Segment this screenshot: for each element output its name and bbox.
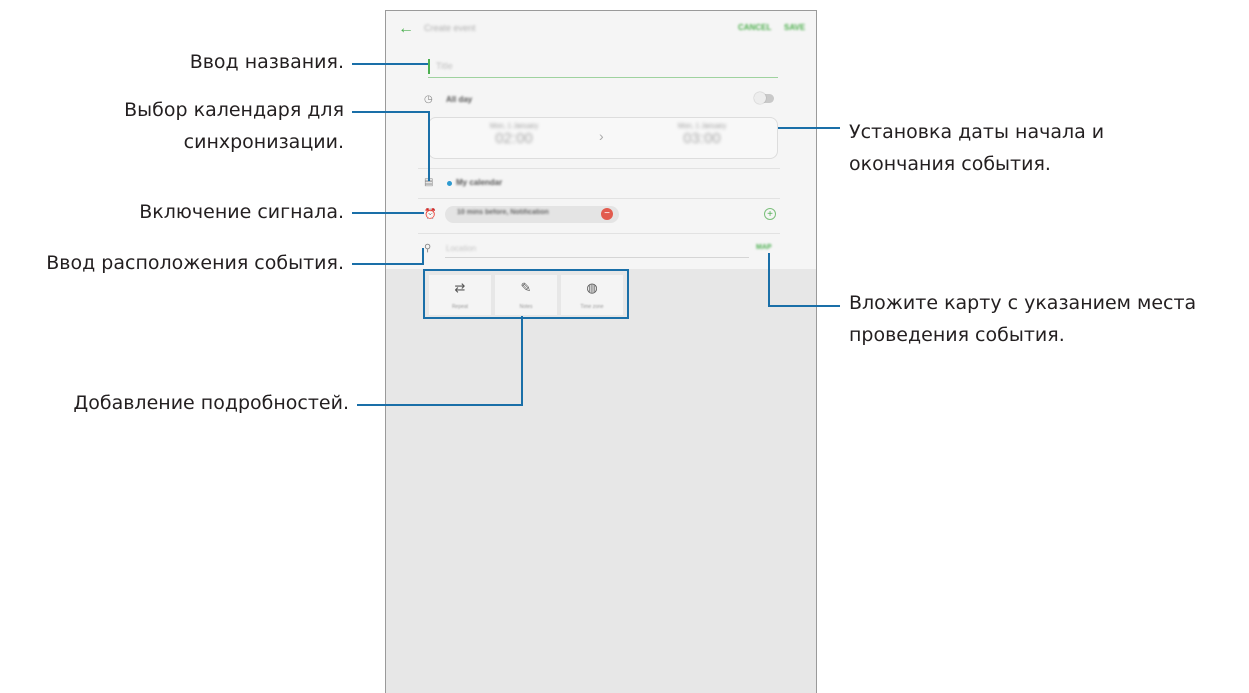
title-placeholder: Title [436, 61, 453, 71]
callout-line-calendar [352, 111, 430, 113]
reminder-chip[interactable]: 10 mins before, Notification − [445, 206, 619, 223]
callout-line-alarm [352, 212, 424, 214]
end-date-time[interactable]: Mon, 1 January 03:00 [667, 123, 737, 147]
end-date: Mon, 1 January [677, 123, 727, 130]
location-placeholder: Location [446, 244, 477, 253]
callout-alarm: Включение сигнала. [139, 201, 344, 223]
start-date-time[interactable]: Mon, 1 January 02:00 [479, 123, 549, 147]
save-button[interactable]: SAVE [784, 23, 805, 32]
callout-line-title [352, 63, 428, 65]
callout-map-2: проведения события. [849, 324, 1065, 346]
callout-line-details-v [521, 316, 523, 406]
callout-line-location [352, 263, 424, 265]
divider [418, 233, 780, 234]
callout-location: Ввод расположения события. [46, 252, 344, 274]
all-day-label: All day [446, 95, 473, 104]
callout-dates-1: Установка даты начала и [849, 121, 1105, 143]
chevron-right-icon: › [599, 128, 604, 144]
repeat-icon: ⇄ [454, 280, 466, 295]
all-day-toggle[interactable] [754, 92, 774, 104]
repeat-button[interactable]: ⇄ Repeat [429, 275, 491, 315]
map-button[interactable]: MAP [756, 244, 772, 251]
callout-line-location-v [422, 248, 424, 265]
title-input[interactable]: Title [428, 57, 778, 78]
notes-label: Notes [519, 304, 533, 310]
notes-button[interactable]: ✎ Notes [495, 275, 557, 315]
cancel-button[interactable]: CANCEL [738, 23, 771, 32]
repeat-label: Repeat [451, 304, 469, 310]
details-bar: ⇄ Repeat ✎ Notes ◍ Time zone [423, 269, 629, 319]
divider [418, 168, 780, 169]
callout-line-details [357, 404, 523, 406]
callout-line-map [768, 305, 840, 307]
location-pin-icon: ⚲ [424, 243, 432, 254]
callout-map-1: Вложите карту с указанием места [849, 292, 1197, 314]
alarm-icon: ⏰ [424, 209, 437, 220]
end-time: 03:00 [683, 130, 721, 147]
arrow-left-icon[interactable]: ← [398, 20, 414, 38]
clock-icon: ◷ [424, 94, 433, 105]
remove-reminder-icon[interactable]: − [601, 208, 613, 220]
callout-line-map-v [768, 253, 770, 307]
text-cursor [428, 59, 430, 74]
callout-title: Ввод названия. [189, 51, 344, 73]
time-zone-button[interactable]: ◍ Time zone [561, 275, 623, 315]
callout-dates-2: окончания события. [849, 153, 1051, 175]
date-time-selector: Mon, 1 January 02:00 › Mon, 1 January 03… [428, 117, 778, 159]
callout-line-calendar-v [428, 111, 430, 181]
callout-details: Добавление подробностей. [73, 392, 349, 414]
start-time: 02:00 [495, 130, 533, 147]
top-bar: ← Create event CANCEL SAVE [386, 11, 816, 49]
event-form: ← Create event CANCEL SAVE Title ◷ All d… [386, 11, 816, 269]
callout-line-dates [778, 127, 840, 129]
notes-icon: ✎ [520, 280, 532, 295]
screen-title: Create event [424, 23, 476, 33]
phone-screen: ← Create event CANCEL SAVE Title ◷ All d… [385, 10, 817, 693]
callout-calendar-1: Выбор календаря для [124, 99, 344, 121]
add-reminder-icon[interactable]: + [764, 208, 776, 220]
time-zone-icon: ◍ [586, 280, 598, 295]
divider [418, 198, 780, 199]
callout-calendar-2: синхронизации. [183, 131, 344, 153]
start-date: Mon, 1 January [489, 123, 539, 130]
time-zone-label: Time zone [580, 304, 604, 310]
location-input[interactable] [445, 257, 749, 258]
reminder-label: 10 mins before, Notification [457, 209, 549, 216]
calendar-color-dot [447, 181, 452, 186]
calendar-selector[interactable]: My calendar [456, 178, 502, 187]
